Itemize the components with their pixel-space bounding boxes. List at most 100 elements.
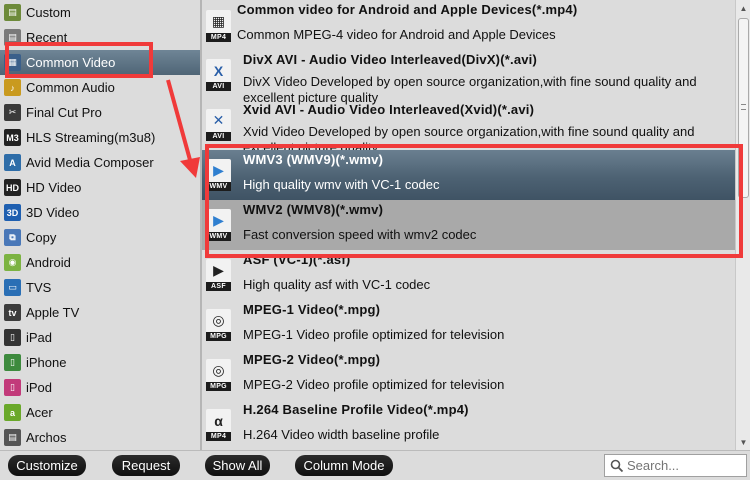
sidebar-item-common-audio[interactable]: ♪ Common Audio — [0, 75, 200, 100]
sidebar-item-android[interactable]: ◉ Android — [0, 250, 200, 275]
format-band-label: WMV — [206, 232, 231, 241]
format-item[interactable]: ◎ MPG MPEG-1 Video(*.mpg) MPEG-1 Video prof… — [202, 300, 735, 350]
mpeg1-icon: ◎ MPG — [206, 309, 231, 341]
scroll-down-arrow-icon[interactable]: ▼ — [737, 435, 750, 449]
sidebar-item-acer[interactable]: a Acer — [0, 400, 200, 425]
asf-icon: ▶ ASF — [206, 259, 231, 291]
film-icon: ▦ — [4, 54, 21, 71]
sidebar-item-tvs[interactable]: ▭ TVS — [0, 275, 200, 300]
format-glyph: ✕ — [212, 112, 225, 128]
sidebar-item-label: Copy — [26, 230, 57, 245]
sidebar-item-common-video[interactable]: ▦ Common Video — [0, 50, 200, 75]
finalcut-icon: ✂ — [4, 104, 21, 121]
ipad-icon: ▯ — [4, 329, 21, 346]
format-name: MPEG-1 Video(*.mpg) — [243, 302, 381, 317]
format-band-label: ASF — [206, 282, 231, 291]
sidebar-item-label: iPhone — [26, 355, 67, 370]
format-description: H.264 Video width baseline profile — [243, 427, 440, 442]
scrollbar-thumb[interactable] — [738, 18, 749, 198]
sidebar-item-avid-media-composer[interactable]: A Avid Media Composer — [0, 150, 200, 175]
sidebar-item-label: HLS Streaming(m3u8) — [26, 130, 156, 145]
format-description: Fast conversion speed with wmv2 codec — [243, 227, 477, 242]
sidebar-item-label: 3D Video — [26, 205, 80, 220]
format-item[interactable]: α MP4 H.264 Baseline Profile Video(*.mp4) H… — [202, 400, 735, 450]
sidebar-item-ipad[interactable]: ▯ iPad — [0, 325, 200, 350]
request-button[interactable]: Request — [112, 455, 180, 476]
format-item[interactable]: ▦ MP4 Common video for Android and Apple D… — [202, 0, 735, 50]
mpeg2-icon: ◎ MPG — [206, 359, 231, 391]
sidebar-item-label: Archos — [26, 430, 67, 445]
sidebar-item-label: iPad — [26, 330, 53, 345]
sidebar-item-recent[interactable]: ▤ Recent — [0, 25, 200, 50]
sidebar-item-3d-video[interactable]: 3D 3D Video — [0, 200, 200, 225]
sidebar-item-label: HD Video — [26, 180, 82, 195]
format-item[interactable]: ▶ ASF ASF (VC-1)(*.asf) High quality asf wi… — [202, 250, 735, 300]
format-name: Common video for Android and Apple Devic… — [237, 2, 578, 17]
sidebar-item-hd-video[interactable]: HD HD Video — [0, 175, 200, 200]
format-band-label: MPG — [206, 382, 231, 391]
mp4-icon: ▦ MP4 — [206, 10, 231, 42]
format-band-label: AVI — [206, 132, 231, 141]
iphone-icon: ▯ — [4, 354, 21, 371]
sidebar-item-label: Common Video — [26, 55, 116, 70]
h264-icon: α MP4 — [206, 409, 231, 441]
wmv2-icon: ▶ WMV — [206, 209, 231, 241]
column-mode-button[interactable]: Column Mode — [295, 455, 393, 476]
format-band-label: AVI — [206, 82, 231, 91]
sidebar-item-archos[interactable]: ▤ Archos — [0, 425, 200, 450]
3d-icon: 3D — [4, 204, 21, 221]
search-box[interactable] — [604, 454, 747, 477]
format-description: MPEG-1 Video profile optimized for telev… — [243, 327, 505, 342]
format-item[interactable]: X AVI DivX AVI - Audio Video Interleaved(D… — [202, 50, 735, 105]
ipod-icon: ▯ — [4, 379, 21, 396]
category-sidebar: ▤ Custom ▤ Recent ▦ Common Video ♪ Common Audio… — [0, 0, 200, 450]
format-band-label: MP4 — [206, 432, 231, 441]
format-glyph: ▦ — [211, 13, 226, 29]
format-name: WMV3 (WMV9)(*.wmv) — [243, 152, 384, 167]
format-description: Common MPEG-4 video for Android and Appl… — [237, 27, 556, 42]
format-picker-window: ▤ Custom ▤ Recent ▦ Common Video ♪ Common Audio… — [0, 0, 750, 480]
search-icon — [610, 459, 624, 473]
tv-icon: ▭ — [4, 279, 21, 296]
sidebar-item-label: Avid Media Composer — [26, 155, 154, 170]
format-list: ▦ MP4 Common video for Android and Apple D… — [202, 0, 735, 450]
avid-icon: A — [4, 154, 21, 171]
acer-icon: a — [4, 404, 21, 421]
sidebar-item-label: TVS — [26, 280, 52, 295]
format-band-label: WMV — [206, 182, 231, 191]
format-item[interactable]: ▶ WMV WMV3 (WMV9)(*.wmv) High quality wmv w… — [202, 150, 735, 200]
sidebar-item-final-cut-pro[interactable]: ✂ Final Cut Pro — [0, 100, 200, 125]
hd-icon: HD — [4, 179, 21, 196]
format-list-scrollbar[interactable]: ▲ ▼ — [735, 0, 750, 450]
sidebar-item-label: iPod — [26, 380, 53, 395]
recent-icon: ▤ — [4, 29, 21, 46]
music-icon: ♪ — [4, 79, 21, 96]
format-glyph: ◎ — [212, 312, 225, 328]
format-name: WMV2 (WMV8)(*.wmv) — [243, 202, 384, 217]
format-item[interactable]: ▶ WMV WMV2 (WMV8)(*.wmv) Fast conversion sp… — [202, 200, 735, 250]
format-glyph: X — [213, 62, 224, 79]
sidebar-item-label: Apple TV — [26, 305, 80, 320]
search-input[interactable] — [627, 457, 742, 474]
show-all-button[interactable]: Show All — [205, 455, 270, 476]
scrollbar-grip-icon — [741, 104, 746, 110]
format-glyph: ▶ — [213, 212, 224, 228]
sidebar-item-hls-streaming-m3u8[interactable]: M3 HLS Streaming(m3u8) — [0, 125, 200, 150]
format-item[interactable]: ◎ MPG MPEG-2 Video(*.mpg) MPEG-2 Video prof… — [202, 350, 735, 400]
sidebar-item-copy[interactable]: ⧉ Copy — [0, 225, 200, 250]
format-glyph: ▶ — [213, 262, 224, 278]
sidebar-item-ipod[interactable]: ▯ iPod — [0, 375, 200, 400]
customize-button[interactable]: Customize — [8, 455, 86, 476]
format-glyph: α — [214, 412, 223, 429]
format-description: MPEG-2 Video profile optimized for telev… — [243, 377, 505, 392]
scroll-up-arrow-icon[interactable]: ▲ — [737, 1, 750, 15]
sidebar-item-apple-tv[interactable]: tv Apple TV — [0, 300, 200, 325]
format-item[interactable]: ✕ AVI Xvid AVI - Audio Video Interleaved(X… — [202, 100, 735, 155]
sidebar-item-iphone[interactable]: ▯ iPhone — [0, 350, 200, 375]
format-glyph: ◎ — [212, 362, 225, 378]
sidebar-item-custom[interactable]: ▤ Custom — [0, 0, 200, 25]
format-band-label: MP4 — [206, 33, 231, 42]
format-glyph: ▶ — [213, 162, 224, 178]
folder-icon: ▤ — [4, 4, 21, 21]
m3u8-icon: M3 — [4, 129, 21, 146]
